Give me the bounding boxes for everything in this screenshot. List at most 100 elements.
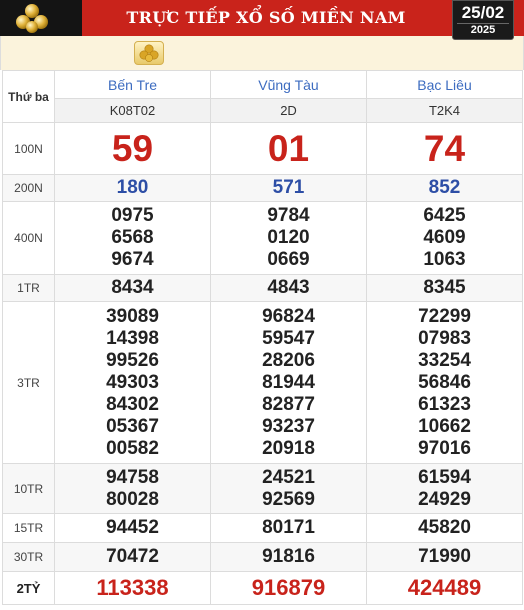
prize-number: 72299 — [418, 305, 471, 327]
prize-cell: 180 — [54, 174, 211, 202]
prize-number: 28206 — [262, 349, 315, 371]
date-year: 2025 — [457, 23, 509, 37]
prize-number: 8345 — [423, 277, 466, 298]
prize-number: 14398 — [106, 327, 159, 349]
prize-label-200n: 200N — [2, 174, 55, 202]
prize-number: 97016 — [418, 437, 471, 459]
prize-cell: 94452 — [54, 513, 211, 543]
prize-cell: 71990 — [366, 542, 523, 572]
results-table: Thứ ba Bến Tre Vũng Tàu Bạc Liêu K08T02 … — [2, 70, 523, 605]
prize-number: 8434 — [111, 277, 154, 298]
prize-label-15tr: 15TR — [2, 513, 55, 543]
prize-cell: 80171 — [210, 513, 367, 543]
prize-cell: 45820 — [366, 513, 523, 543]
prize-cell: 852 — [366, 174, 523, 202]
prize-number: 4609 — [423, 227, 466, 248]
prize-number: 01 — [267, 127, 310, 169]
prize-number: 10662 — [418, 415, 471, 437]
prize-number: 6568 — [111, 227, 154, 248]
prize-cell: 96824 59547 28206 81944 82877 93237 2091… — [210, 301, 367, 464]
special-prize-number: 424489 — [407, 575, 482, 600]
prize-label-10tr: 10TR — [2, 463, 55, 514]
prize-number: 59 — [111, 127, 154, 169]
page-title: TRỰC TIẾP XỔ SỐ MIỀN NAM — [126, 8, 406, 27]
special-prize-number: 113338 — [96, 575, 169, 600]
prize-label-30tr: 30TR — [2, 542, 55, 572]
prize-cell: 6425 4609 1063 — [366, 201, 523, 275]
prize-number: 71990 — [418, 546, 471, 567]
province-name-3[interactable]: Bạc Liêu — [366, 70, 523, 99]
banner-slant — [58, 0, 82, 36]
prize-number: 180 — [116, 177, 149, 198]
prize-cell: 94758 80028 — [54, 463, 211, 514]
province-code-3: T2K4 — [366, 98, 523, 123]
prize-number: 80028 — [106, 488, 159, 510]
province-code-1: K08T02 — [54, 98, 211, 123]
prize-number: 59547 — [262, 327, 315, 349]
prize-number: 24521 — [262, 466, 315, 488]
prize-number: 05367 — [106, 415, 159, 437]
prize-number: 82877 — [262, 393, 315, 415]
prize-number: 56846 — [418, 371, 471, 393]
special-prize-number: 916879 — [251, 575, 326, 600]
prize-number: 00582 — [106, 437, 159, 459]
prize-cell: 4843 — [210, 274, 367, 302]
prize-number: 96824 — [262, 305, 315, 327]
prize-number: 84302 — [106, 393, 159, 415]
prize-cell: 8434 — [54, 274, 211, 302]
province-code-2: 2D — [210, 98, 367, 123]
header-banner: TRỰC TIẾP XỔ SỐ MIỀN NAM — [0, 0, 524, 36]
prize-number: 4843 — [267, 277, 310, 298]
prize-number: 80171 — [262, 517, 315, 538]
prize-number: 49303 — [106, 371, 159, 393]
prize-number: 20918 — [262, 437, 315, 459]
province-name-1[interactable]: Bến Tre — [54, 70, 211, 99]
prize-number: 852 — [428, 177, 461, 198]
prize-number: 07983 — [418, 327, 471, 349]
prize-number: 81944 — [262, 371, 315, 393]
province-name-2[interactable]: Vũng Tàu — [210, 70, 367, 99]
prize-cell: 59 — [54, 122, 211, 175]
prize-label-1tr: 1TR — [2, 274, 55, 302]
prize-number: 1063 — [423, 249, 466, 270]
prize-number: 0120 — [267, 227, 310, 248]
prize-cell: 39089 14398 99526 49303 84302 05367 0058… — [54, 301, 211, 464]
prize-label-400n: 400N — [2, 201, 55, 275]
prize-cell: 113338 — [54, 571, 211, 605]
gold-balls-button[interactable] — [134, 41, 164, 65]
prize-number: 92569 — [262, 488, 315, 510]
prize-number: 0975 — [111, 205, 154, 226]
prize-cell: 74 — [366, 122, 523, 175]
prize-number: 61323 — [418, 393, 471, 415]
prize-number: 9674 — [111, 249, 154, 270]
prize-number: 91816 — [262, 546, 315, 567]
prize-number: 99526 — [106, 349, 159, 371]
prize-cell: 72299 07983 33254 56846 61323 10662 9701… — [366, 301, 523, 464]
prize-cell: 8345 — [366, 274, 523, 302]
prize-number: 94452 — [106, 517, 159, 538]
gold-balls-icon[interactable] — [10, 2, 54, 34]
prize-cell: 61594 24929 — [366, 463, 523, 514]
prize-number: 24929 — [418, 488, 471, 510]
prize-cell: 0975 6568 9674 — [54, 201, 211, 275]
prize-number: 45820 — [418, 517, 471, 538]
prize-number: 571 — [272, 177, 305, 198]
prize-cell: 916879 — [210, 571, 367, 605]
prize-cell: 9784 0120 0669 — [210, 201, 367, 275]
date-day: 25/02 — [461, 3, 505, 22]
prize-number: 94758 — [106, 466, 159, 488]
prize-number: 0669 — [267, 249, 310, 270]
prize-cell: 571 — [210, 174, 367, 202]
prize-label-3tr: 3TR — [2, 301, 55, 464]
day-label: Thứ ba — [2, 70, 55, 123]
prize-number: 9784 — [267, 205, 310, 226]
prize-number: 93237 — [262, 415, 315, 437]
prize-number: 6425 — [423, 205, 466, 226]
prize-number: 39089 — [106, 305, 159, 327]
icon-strip — [0, 36, 524, 70]
prize-label-100n: 100N — [2, 122, 55, 175]
prize-number: 74 — [423, 127, 466, 169]
prize-number: 70472 — [106, 546, 159, 567]
prize-cell: 01 — [210, 122, 367, 175]
date-badge: 25/02 2025 — [452, 0, 514, 40]
